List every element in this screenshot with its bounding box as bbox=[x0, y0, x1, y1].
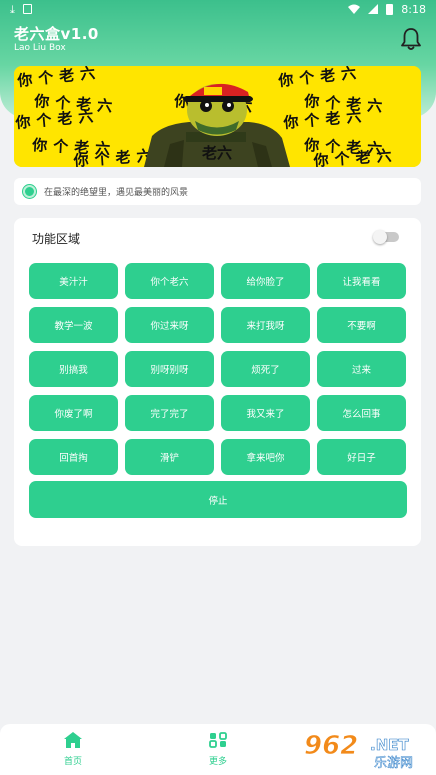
shirt-text: 老六 bbox=[201, 144, 232, 162]
bell-icon[interactable] bbox=[400, 27, 422, 51]
app-subtitle: Lao Liu Box bbox=[14, 43, 66, 53]
watermark-suffix: .NET bbox=[370, 736, 409, 754]
sound-button[interactable]: 别搞我 bbox=[29, 351, 118, 387]
sound-button[interactable]: 给你脸了 bbox=[221, 263, 310, 299]
battery-icon bbox=[386, 3, 394, 15]
notice-text: 在最深的绝望里，遇见最美丽的风景 bbox=[44, 188, 189, 198]
nav-more-label: 更多 bbox=[208, 757, 227, 767]
status-time: 8:18 bbox=[401, 2, 426, 16]
app-title: 老六盒v1.0 bbox=[14, 25, 99, 43]
sound-button[interactable]: 让我看看 bbox=[317, 263, 406, 299]
toggle-knob bbox=[373, 230, 387, 244]
download-icon: ⤓ bbox=[10, 2, 15, 16]
signal-icon bbox=[368, 4, 379, 14]
sound-button[interactable]: 你过来呀 bbox=[125, 307, 214, 343]
watermark-caption: 乐游网 bbox=[374, 756, 413, 771]
panel-title: 功能区域 bbox=[32, 232, 81, 246]
sound-button[interactable]: 你废了啊 bbox=[29, 395, 118, 431]
sound-button[interactable]: 好日子 bbox=[317, 439, 406, 475]
sound-button[interactable]: 完了完了 bbox=[125, 395, 214, 431]
more-icon bbox=[209, 732, 227, 748]
function-panel: 功能区域 美汁汁 你个老六 给你脸了 让我看看教学一波 你过来呀 来打我呀 不要啊别搞我 别呀… bbox=[14, 218, 421, 546]
banner-image[interactable]: 你个老六 你个老六 你个老六 你个老六 你个老六 你个老六 你个老六 你个老六 你个老六 你个老六… bbox=[14, 66, 421, 167]
sound-button[interactable]: 怎么回事 bbox=[317, 395, 406, 431]
sound-button[interactable]: 拿来吧你 bbox=[221, 439, 310, 475]
sound-button[interactable]: 回首掏 bbox=[29, 439, 118, 475]
status-bar: ⤓ 8:18 bbox=[0, 0, 436, 18]
watermark-number: 962 bbox=[304, 731, 358, 761]
function-toggle[interactable] bbox=[373, 230, 399, 244]
sound-button[interactable]: 别呀别呀 bbox=[125, 351, 214, 387]
sound-button[interactable]: 烦死了 bbox=[221, 351, 310, 387]
notification-icon bbox=[22, 4, 32, 14]
sound-button[interactable]: 不要啊 bbox=[317, 307, 406, 343]
sound-button[interactable]: 我又来了 bbox=[221, 395, 310, 431]
watermark-logo: 962 .NET 乐游网 bbox=[304, 731, 414, 772]
sound-button[interactable]: 你个老六 bbox=[125, 263, 214, 299]
sound-button[interactable]: 来打我呀 bbox=[221, 307, 310, 343]
notice-dot-icon bbox=[23, 185, 36, 198]
sound-button[interactable]: 滑铲 bbox=[125, 439, 214, 475]
nav-home-label: 首页 bbox=[63, 757, 82, 767]
notice-bar: 在最深的绝望里，遇见最美丽的风景 bbox=[14, 178, 421, 205]
sound-button[interactable]: 过来 bbox=[317, 351, 406, 387]
home-icon bbox=[64, 732, 82, 748]
sound-button[interactable]: 教学一波 bbox=[29, 307, 118, 343]
nav-more[interactable]: 更多 bbox=[188, 732, 248, 767]
wifi-icon bbox=[348, 4, 361, 14]
sound-button[interactable]: 美汁汁 bbox=[29, 263, 118, 299]
stop-button[interactable]: 停止 bbox=[29, 481, 407, 518]
nav-home[interactable]: 首页 bbox=[43, 732, 103, 767]
sound-button-grid: 美汁汁 你个老六 给你脸了 让我看看教学一波 你过来呀 来打我呀 不要啊别搞我 别呀别呀 烦死了… bbox=[29, 263, 407, 475]
